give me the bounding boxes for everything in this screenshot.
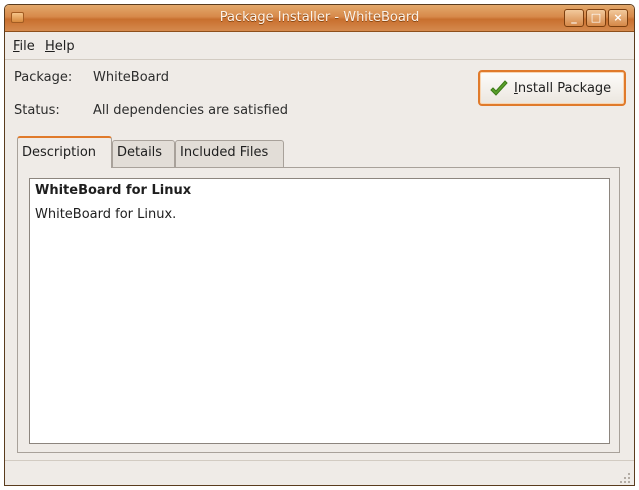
install-package-label: Install Package	[514, 81, 611, 96]
tab-details[interactable]: Details	[112, 140, 175, 167]
menu-help[interactable]: Help	[45, 39, 75, 54]
menu-help-label: elp	[54, 39, 75, 54]
status-value: All dependencies are satisfied	[93, 103, 288, 118]
menu-file-label: ile	[19, 39, 35, 54]
check-icon	[490, 80, 508, 96]
description-title: WhiteBoard for Linux	[35, 183, 192, 198]
status-bar	[5, 460, 634, 485]
menu-file[interactable]: File	[13, 39, 35, 54]
minimize-icon: _	[571, 11, 577, 24]
install-label-rest: nstall Package	[517, 81, 612, 96]
install-package-button[interactable]: Install Package	[478, 70, 626, 106]
package-value: WhiteBoard	[93, 70, 170, 85]
minimize-button[interactable]: _	[564, 9, 584, 27]
package-installer-window: Package Installer - WhiteBoard _ □ × Fil…	[4, 4, 635, 486]
window-title: Package Installer - WhiteBoard	[219, 10, 420, 25]
close-icon: ×	[613, 11, 623, 24]
menu-bar: File Help	[5, 32, 634, 60]
status-label: Status:	[14, 103, 60, 118]
description-text-view[interactable]: WhiteBoard for Linux WhiteBoard for Linu…	[29, 178, 610, 444]
description-body: WhiteBoard for Linux.	[35, 207, 177, 222]
package-label: Package:	[14, 70, 73, 85]
maximize-icon: □	[590, 11, 602, 24]
maximize-button[interactable]: □	[586, 9, 606, 27]
resize-grip-icon[interactable]	[619, 472, 631, 484]
menu-help-mnemonic: H	[45, 39, 55, 54]
tab-description[interactable]: Description	[17, 136, 112, 168]
tab-panel: WhiteBoard for Linux WhiteBoard for Linu…	[17, 167, 620, 453]
close-button[interactable]: ×	[608, 9, 628, 27]
tab-included-files[interactable]: Included Files	[175, 140, 284, 167]
title-bar[interactable]: Package Installer - WhiteBoard _ □ ×	[5, 5, 634, 32]
